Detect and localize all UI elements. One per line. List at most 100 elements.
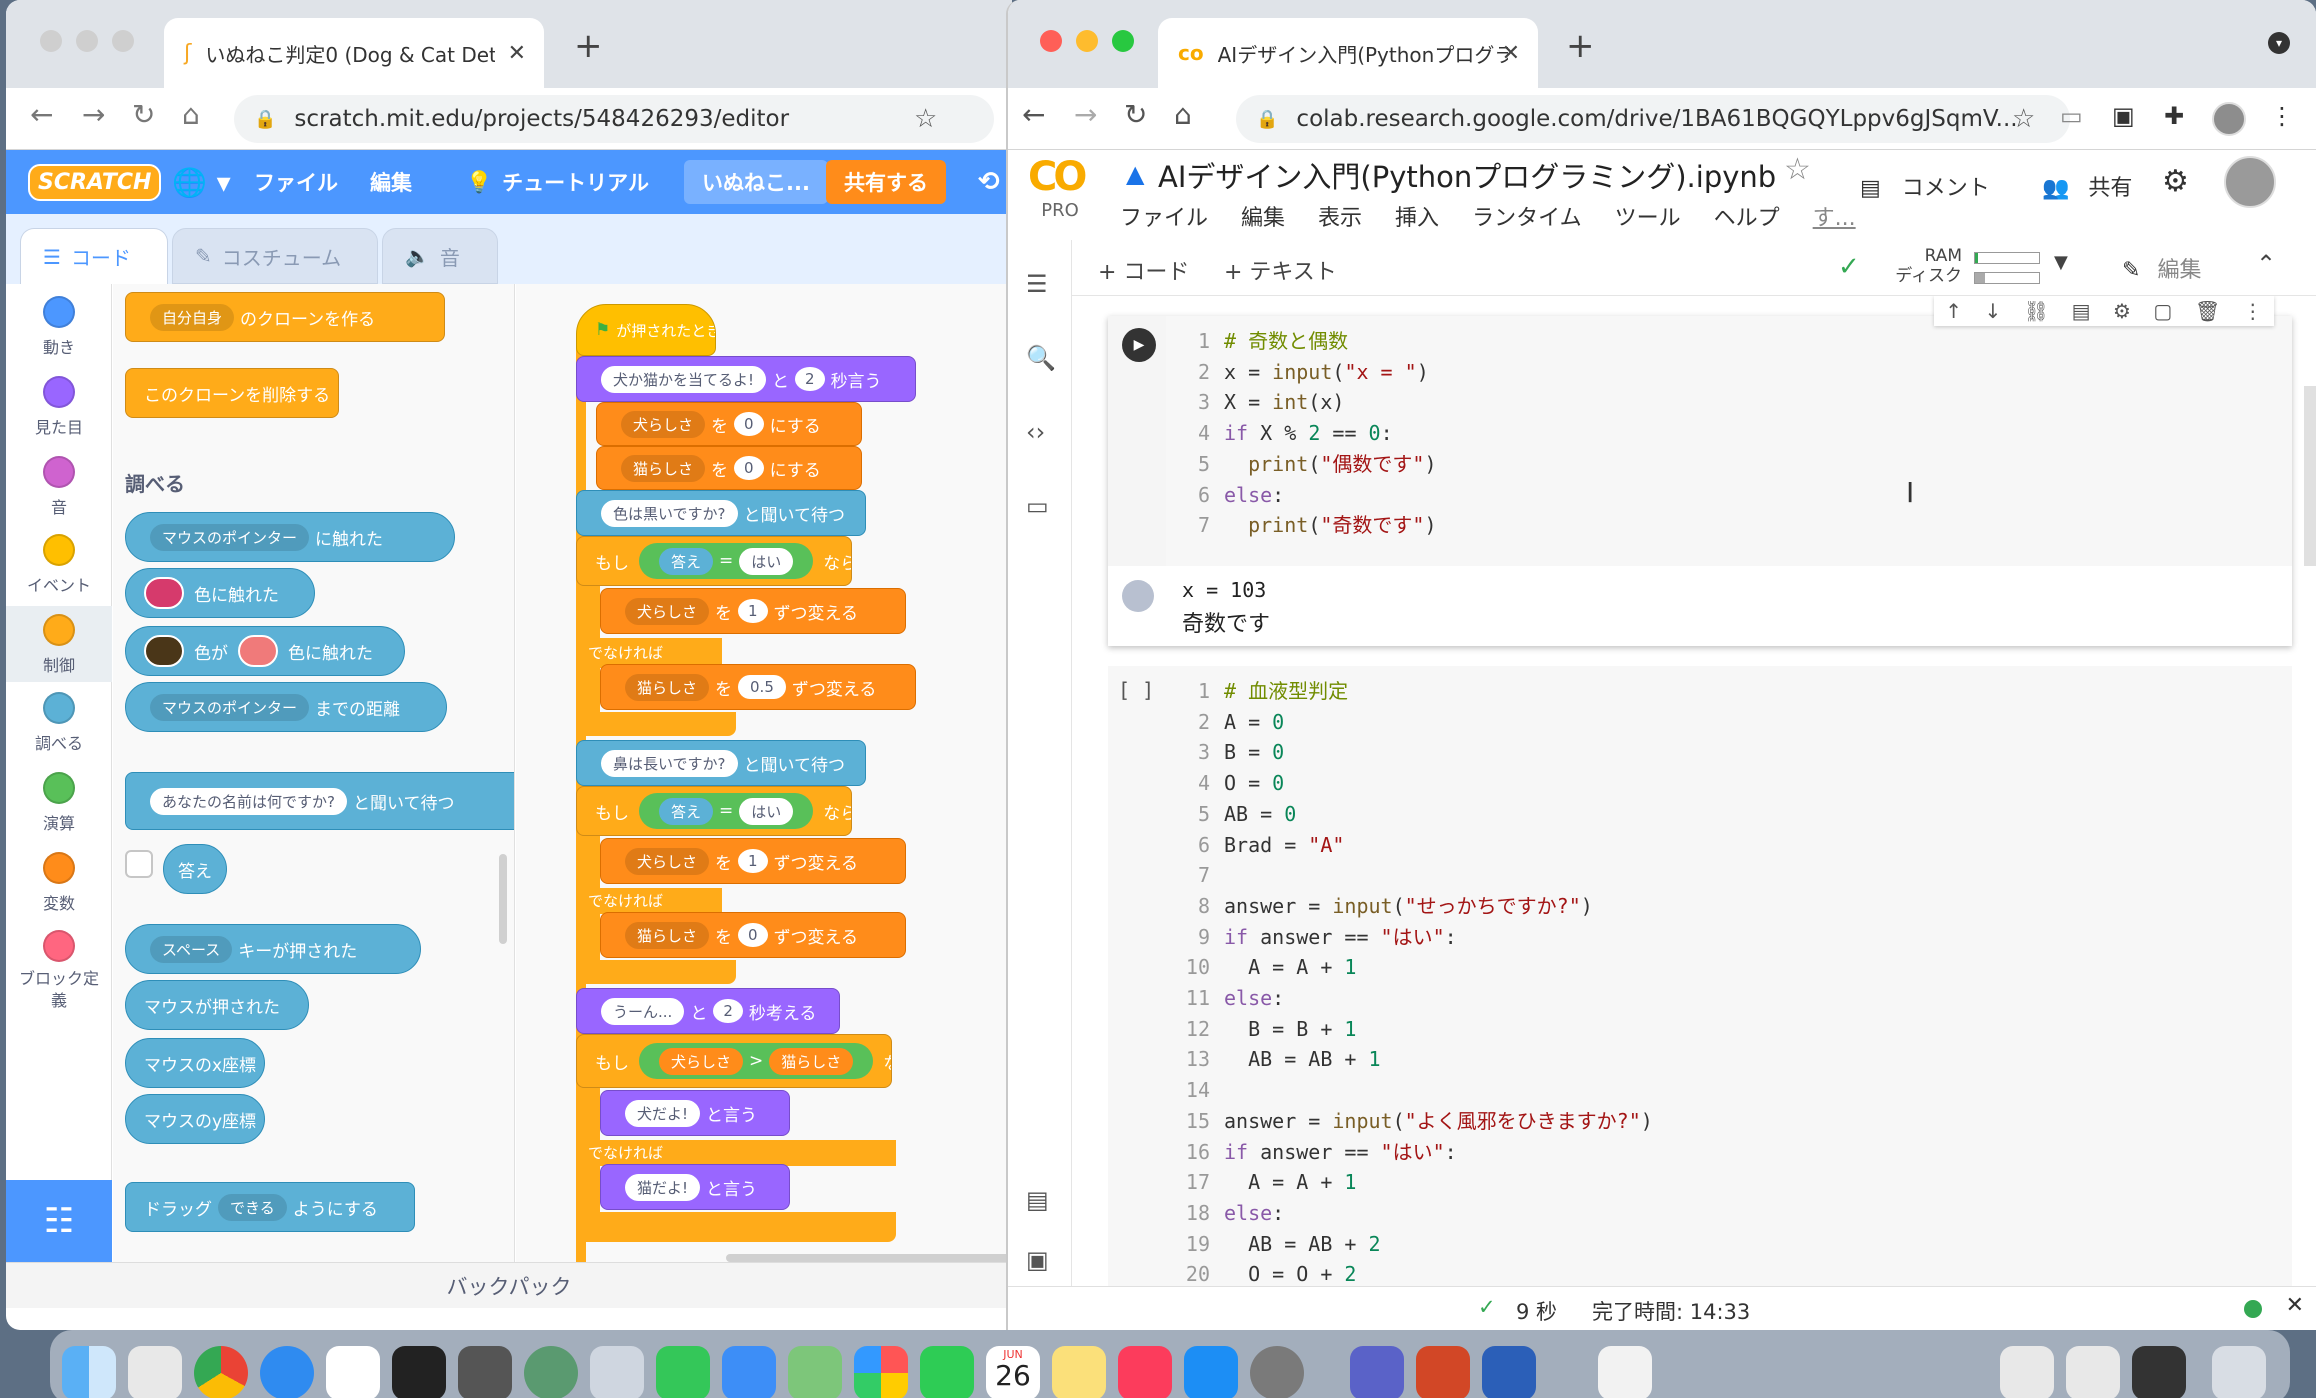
- bookmark-star-icon[interactable]: ☆: [914, 104, 937, 134]
- code-line[interactable]: 13 AB = AB + 1: [1172, 1044, 2292, 1075]
- scratch-logo[interactable]: SCRATCH: [28, 150, 162, 214]
- tab-sound[interactable]: 🔈 音: [382, 228, 498, 284]
- add-code-button[interactable]: + コード: [1098, 254, 1189, 286]
- profile-avatar[interactable]: [2212, 102, 2246, 136]
- maps-icon[interactable]: [788, 1346, 842, 1398]
- resource-monitor[interactable]: RAM ディスク: [1878, 246, 1962, 286]
- code-line[interactable]: 4O = 0: [1172, 768, 2292, 799]
- variable-dropdown[interactable]: 猫らしさ: [625, 921, 710, 949]
- cell-2-run-bracket[interactable]: [ ]: [1118, 678, 1154, 702]
- equals-operator[interactable]: 答え = はい: [639, 793, 814, 829]
- collapse-header-icon[interactable]: ⌃: [2256, 250, 2276, 278]
- account-avatar[interactable]: [2224, 156, 2276, 208]
- category-sensing[interactable]: 調べる: [6, 692, 112, 754]
- code-line[interactable]: 8 answer = input("せっかちですか?"): [1172, 891, 2292, 922]
- say-cat-block[interactable]: 猫だよ! と言う: [600, 1164, 790, 1210]
- answer-checkbox[interactable]: [125, 850, 153, 878]
- reload-icon[interactable]: ↻: [1124, 98, 1147, 131]
- photos-icon[interactable]: [854, 1346, 908, 1398]
- category-variables[interactable]: 変数: [6, 852, 112, 914]
- close-window-button[interactable]: [1040, 30, 1062, 52]
- drag-mode-block[interactable]: ドラッグ できる ようにする: [125, 1182, 415, 1232]
- forward-icon[interactable]: →: [1074, 98, 1097, 131]
- code-cell-2[interactable]: [ ] 1 # 血液型判定 2 A = 03B = 04O = 0 5 AB = 0 6 Br…: [1108, 666, 2292, 1286]
- zoom-window-button[interactable]: [1112, 30, 1134, 52]
- move-cell-up-icon[interactable]: ↑: [1945, 299, 1962, 323]
- value-input[interactable]: 0.5: [738, 675, 786, 699]
- terminal-icon[interactable]: ▣: [1026, 1246, 1049, 1274]
- menu-last-edit[interactable]: す...: [1813, 206, 1856, 231]
- notebook-title[interactable]: AIデザイン入門(Pythonプログラミング).ipynb: [1158, 154, 1776, 196]
- run-cell-button[interactable]: ▶: [1122, 328, 1156, 362]
- code-line[interactable]: 2x = input("x = "): [1172, 357, 2292, 388]
- code-line[interactable]: 3B = 0: [1172, 737, 2292, 768]
- code-line[interactable]: 10 A = A + 1: [1172, 952, 2292, 983]
- document-thumbnail[interactable]: [1598, 1346, 1652, 1398]
- key-pressed-block[interactable]: スペース キーが押された: [125, 924, 421, 974]
- colab-logo[interactable]: CO PRO: [1028, 154, 1092, 221]
- script-horizontal-scrollbar[interactable]: [726, 1254, 1012, 1262]
- say-dog-block[interactable]: 犬だよ! と言う: [600, 1090, 790, 1136]
- variable-dropdown[interactable]: 猫らしさ: [625, 673, 710, 701]
- think-message-input[interactable]: うーん...: [601, 997, 685, 1025]
- code-line[interactable]: 1 # 血液型判定: [1172, 676, 2292, 707]
- code-line[interactable]: 6 Brad = "A": [1172, 830, 2292, 861]
- code-cell-1[interactable]: ▶ 1 # 奇数と偶数 2 x = input("x = ") 3 X = int(x) 4…: [1108, 316, 2292, 646]
- if-else-block-1[interactable]: もし 答え = はい なら: [576, 536, 852, 586]
- forward-icon[interactable]: →: [82, 98, 105, 131]
- scratch-url-field[interactable]: 🔒 scratch.mit.edu/projects/548426293/edi…: [234, 95, 994, 143]
- drag-mode-dropdown[interactable]: できる: [218, 1193, 287, 1221]
- say-for-secs-block[interactable]: 犬か猫かを当てるよ! と 2 秒言う: [576, 356, 916, 402]
- code-line[interactable]: 16 if answer == "はい":: [1172, 1137, 2292, 1168]
- notes-icon[interactable]: [1052, 1346, 1106, 1398]
- change-cat-block[interactable]: 猫らしさ を 0 ずつ変える: [600, 912, 906, 958]
- if-else-block-2[interactable]: もし 答え = はい なら: [576, 786, 852, 836]
- tab-code[interactable]: ☰ コード: [20, 228, 168, 284]
- category-my-blocks[interactable]: ブロック定義: [6, 930, 112, 1012]
- preview-icon[interactable]: [590, 1346, 644, 1398]
- share-button[interactable]: 共有する: [826, 160, 946, 204]
- mirror-cell-icon[interactable]: ▢: [2153, 299, 2172, 323]
- teams-icon[interactable]: [1350, 1346, 1404, 1398]
- code-line[interactable]: 11 else:: [1172, 983, 2292, 1014]
- add-text-button[interactable]: + テキスト: [1224, 254, 1337, 286]
- touching-color-block[interactable]: 色に触れた: [125, 568, 315, 618]
- delete-cell-icon[interactable]: 🗑: [2195, 299, 2220, 323]
- value-input[interactable]: 0: [734, 456, 764, 480]
- create-clone-block[interactable]: 自分自身 のクローンを作る: [125, 292, 445, 342]
- back-icon[interactable]: ←: [1022, 98, 1045, 131]
- mouse-y-reporter[interactable]: マウスのy座標: [125, 1094, 265, 1144]
- powerpoint-icon[interactable]: [1416, 1346, 1470, 1398]
- touching-block[interactable]: マウスのポインター に触れた: [125, 512, 455, 562]
- variable-dropdown[interactable]: 犬らしさ: [625, 847, 710, 875]
- atom-icon[interactable]: [524, 1346, 578, 1398]
- variable-dropdown[interactable]: 猫らしさ: [621, 454, 706, 482]
- category-control[interactable]: 制御: [6, 606, 112, 682]
- cell-1-code[interactable]: 1 # 奇数と偶数 2 x = input("x = ") 3 X = int(x) 4 if…: [1172, 326, 2292, 541]
- set-dog-variable-block[interactable]: 犬らしさ を 0 にする: [596, 402, 862, 446]
- key-dropdown[interactable]: スペース: [150, 935, 233, 963]
- code-line[interactable]: 19 AB = AB + 2: [1172, 1229, 2292, 1260]
- if-else-block-3[interactable]: もし 犬らしさ > 猫らしさ なら: [576, 1034, 892, 1088]
- mouse-down-block[interactable]: マウスが押された: [125, 980, 309, 1030]
- value-input[interactable]: はい: [739, 797, 794, 825]
- window-thumbnail[interactable]: [2066, 1346, 2120, 1398]
- command-palette-icon[interactable]: ▤: [1026, 1186, 1049, 1214]
- window-thumbnail[interactable]: [2000, 1346, 2054, 1398]
- finder-icon[interactable]: [62, 1346, 116, 1398]
- tutorial-button[interactable]: 💡 チュートリアル: [466, 150, 649, 214]
- change-dog-block[interactable]: 犬らしさ を 1 ずつ変える: [600, 588, 906, 634]
- messages-icon[interactable]: [656, 1346, 710, 1398]
- comment-button[interactable]: ▤ コメント: [1860, 170, 1990, 202]
- music-icon[interactable]: [1118, 1346, 1172, 1398]
- change-cat-block[interactable]: 猫らしさ を 0.5 ずつ変える: [600, 664, 916, 710]
- category-looks[interactable]: 見た目: [6, 376, 112, 438]
- bookmark-star-icon[interactable]: ☆: [2012, 104, 2035, 134]
- menu-edit[interactable]: 編集: [370, 150, 412, 214]
- menu-file[interactable]: ファイル: [254, 150, 338, 214]
- reload-icon[interactable]: ↻: [132, 98, 155, 131]
- code-line[interactable]: 7 print("奇数です"): [1172, 510, 2292, 541]
- back-icon[interactable]: ←: [30, 98, 53, 131]
- when-flag-clicked-hat[interactable]: ⚑ が押されたとき: [576, 304, 716, 356]
- clone-target-dropdown[interactable]: 自分自身: [150, 303, 235, 331]
